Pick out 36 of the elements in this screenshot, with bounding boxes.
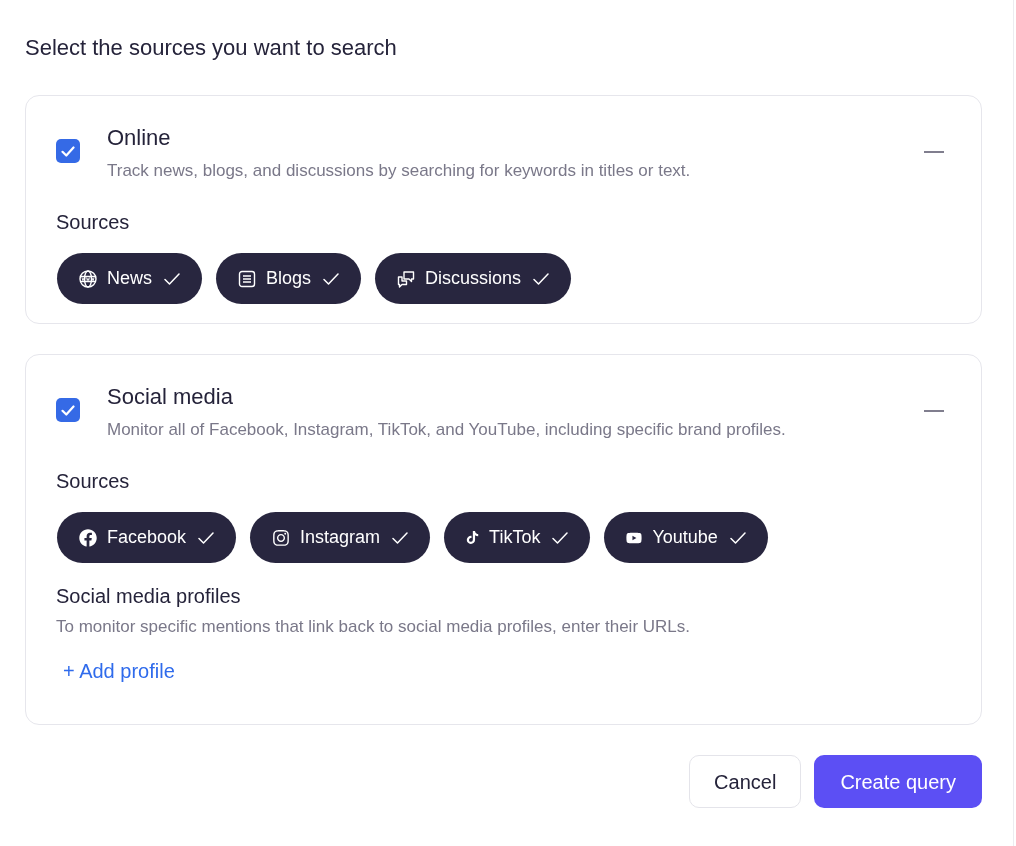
check-icon xyxy=(392,531,409,544)
check-icon xyxy=(552,531,569,544)
speech-bubbles-icon xyxy=(397,269,416,288)
profiles-title: Social media profiles xyxy=(56,584,242,609)
source-chip[interactable]: Blogs xyxy=(216,253,362,304)
source-chip[interactable]: Facebook xyxy=(57,512,237,563)
check-icon xyxy=(323,272,340,285)
checkbox[interactable] xyxy=(56,139,80,163)
sources-label: Sources xyxy=(56,210,131,235)
document-icon xyxy=(238,269,256,288)
check-icon xyxy=(198,531,215,544)
globe-icon xyxy=(79,269,97,288)
add-profile-link[interactable]: + Add profile xyxy=(56,649,182,693)
cancel-button[interactable]: Cancel xyxy=(689,755,802,808)
profiles-description: To monitor specific mentions that link back to social media profiles, enter their URLs. xyxy=(56,616,691,638)
music-note-icon xyxy=(466,531,480,544)
letter-f-icon xyxy=(79,528,97,547)
check-icon xyxy=(533,272,550,285)
camera-icon xyxy=(272,528,291,547)
create-button[interactable]: Create query xyxy=(814,755,982,808)
source-chip[interactable]: Discussions xyxy=(375,253,572,304)
checkbox[interactable] xyxy=(56,398,80,422)
card-description: Monitor all of Facebook, Instagram, TikTok, and YouTube, including specific brand profiles. xyxy=(107,419,787,441)
source-chip[interactable]: Instagram xyxy=(250,512,431,563)
card-title: Social media xyxy=(107,383,234,411)
check-icon xyxy=(164,272,180,285)
source-chip[interactable]: TikTok xyxy=(444,512,591,563)
tick-icon xyxy=(61,145,75,157)
check-icon xyxy=(729,531,746,544)
sources-label: Sources xyxy=(56,469,131,494)
source-chip[interactable]: Youtube xyxy=(604,512,768,563)
page-title: Select the sources you want to search xyxy=(25,34,398,62)
card-title: Online xyxy=(107,124,172,152)
card-description: Track news, blogs, and discussions by searching for keywords in titles or text. xyxy=(107,160,692,182)
tick-icon xyxy=(61,404,75,416)
source-chip[interactable]: News xyxy=(57,253,202,304)
